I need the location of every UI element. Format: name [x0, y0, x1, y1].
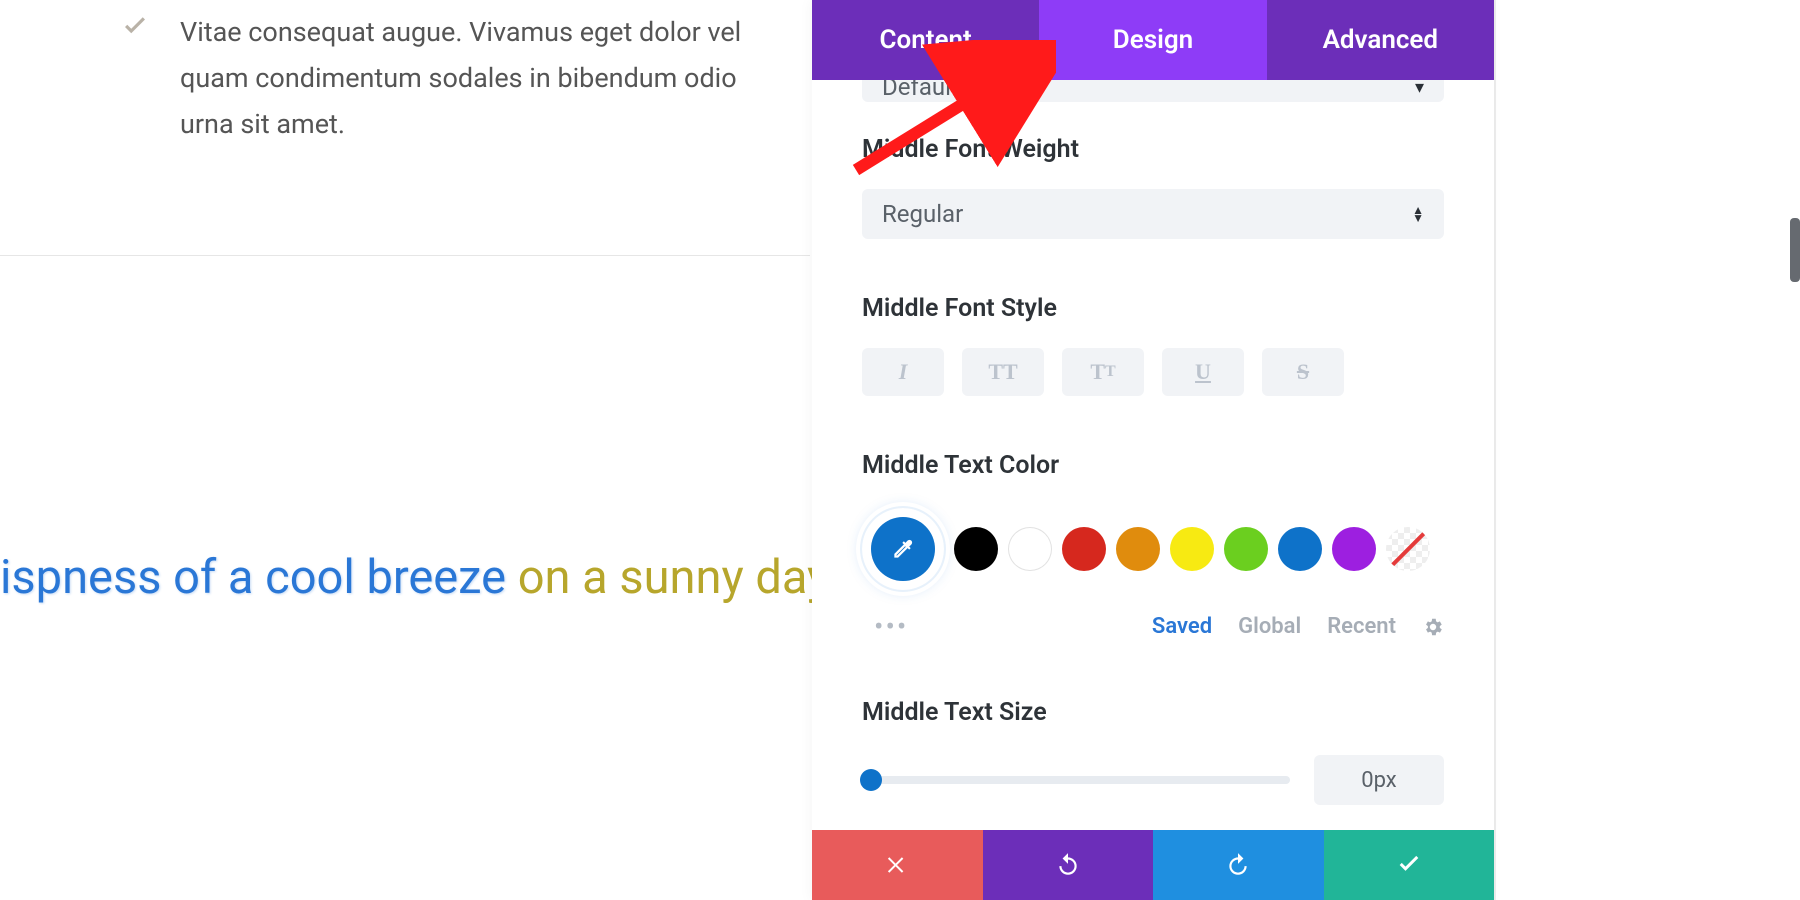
partial-select-value: Default: [882, 80, 959, 101]
preview-olive-span: on a sunny day: [518, 550, 820, 605]
divider: [0, 255, 810, 256]
swatch-black[interactable]: [954, 527, 998, 571]
label-font-weight: Middle Font Weight: [862, 135, 1444, 164]
partial-select[interactable]: Default ▾: [862, 80, 1444, 102]
settings-panel: Content Design Advanced Default ▾ Middle…: [812, 0, 1494, 900]
tab-advanced[interactable]: Advanced: [1267, 0, 1494, 80]
tab-bar: Content Design Advanced: [812, 0, 1494, 80]
label-text-color: Middle Text Color: [862, 451, 1444, 480]
redo-button[interactable]: [1153, 830, 1324, 900]
font-style-buttons: I TT TT U S: [862, 348, 1444, 396]
palette-meta-row: ••• Saved Global Recent: [862, 610, 1444, 643]
swatch-green[interactable]: [1224, 527, 1268, 571]
style-strike-button[interactable]: S: [1262, 348, 1344, 396]
sort-icon: ▲▼: [1412, 206, 1424, 223]
palette-tab-recent[interactable]: Recent: [1327, 614, 1396, 639]
label-text-size: Middle Text Size: [862, 698, 1444, 727]
redo-icon: [1225, 852, 1251, 878]
bullet-item: Vitae consequat augue. Vivamus eget dolo…: [120, 10, 770, 148]
style-uppercase-button[interactable]: TT: [962, 348, 1044, 396]
confirm-button[interactable]: [1324, 830, 1495, 900]
cancel-button[interactable]: [812, 830, 983, 900]
style-underline-button[interactable]: U: [1162, 348, 1244, 396]
chevron-down-icon: ▾: [1415, 80, 1424, 98]
style-smallcaps-button[interactable]: TT: [1062, 348, 1144, 396]
panel-body: Default ▾ Middle Font Weight Regular ▲▼ …: [812, 80, 1494, 830]
text-size-slider[interactable]: [862, 776, 1290, 784]
swatch-blue[interactable]: [1278, 527, 1322, 571]
check-icon: [120, 10, 180, 148]
color-picker-selected[interactable]: [862, 508, 944, 590]
close-icon: [885, 853, 909, 877]
tab-design[interactable]: Design: [1039, 0, 1266, 80]
check-icon: [1395, 851, 1423, 879]
color-swatch-row: [862, 508, 1444, 590]
font-weight-select[interactable]: Regular ▲▼: [862, 189, 1444, 239]
gear-icon[interactable]: [1422, 616, 1444, 638]
swatch-red[interactable]: [1062, 527, 1106, 571]
scrollbar-thumb[interactable]: [1790, 218, 1800, 282]
undo-button[interactable]: [983, 830, 1154, 900]
swatch-white[interactable]: [1008, 527, 1052, 571]
right-gutter: [1494, 0, 1800, 900]
swatch-yellow[interactable]: [1170, 527, 1214, 571]
undo-icon: [1055, 852, 1081, 878]
bullet-text: Vitae consequat augue. Vivamus eget dolo…: [180, 10, 770, 148]
palette-tab-global[interactable]: Global: [1238, 614, 1301, 639]
preview-heading: ispness of a cool breeze on a sunny day: [0, 550, 820, 605]
style-italic-button[interactable]: I: [862, 348, 944, 396]
text-size-input[interactable]: 0px: [1314, 755, 1444, 805]
tab-content[interactable]: Content: [812, 0, 1039, 80]
text-size-control: 0px: [862, 755, 1444, 805]
page-preview-area: Vitae consequat augue. Vivamus eget dolo…: [0, 0, 810, 900]
eyedropper-icon: [871, 517, 935, 581]
label-font-style: Middle Font Style: [862, 294, 1444, 323]
preview-blue-span: ispness of a cool breeze: [0, 550, 518, 605]
palette-tab-saved[interactable]: Saved: [1152, 614, 1212, 639]
more-dots-icon[interactable]: •••: [862, 610, 908, 643]
slider-thumb[interactable]: [860, 769, 882, 791]
swatch-orange[interactable]: [1116, 527, 1160, 571]
font-weight-value: Regular: [882, 200, 963, 228]
action-bar: [812, 830, 1494, 900]
swatch-purple[interactable]: [1332, 527, 1376, 571]
swatch-none[interactable]: [1386, 527, 1430, 571]
